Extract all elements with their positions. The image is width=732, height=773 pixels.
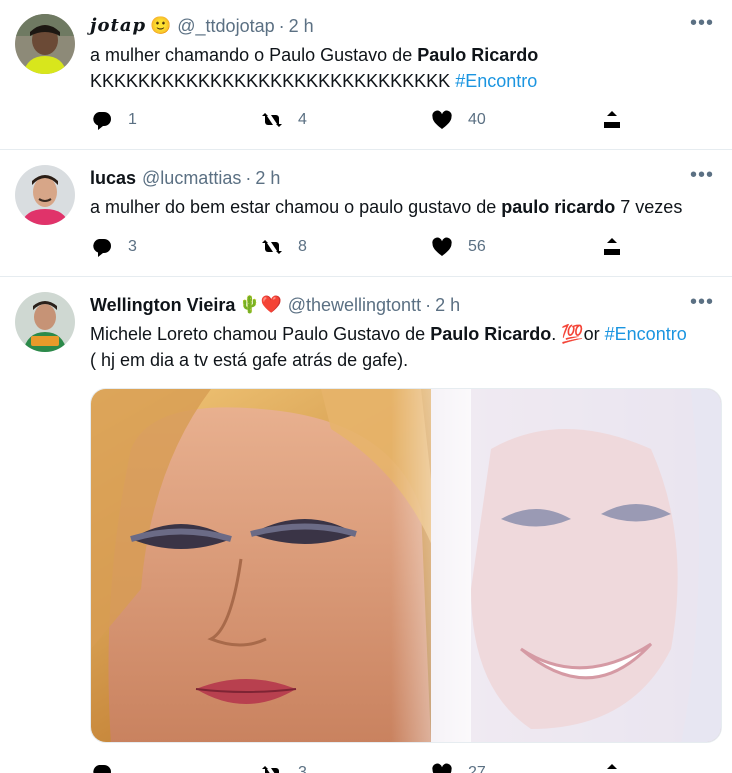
timestamp[interactable]: 2 h bbox=[255, 164, 280, 192]
retweet-button[interactable]: 8 bbox=[260, 235, 430, 259]
share-icon bbox=[600, 108, 624, 132]
avatar[interactable] bbox=[15, 14, 75, 74]
tweet-header: jotap 🙂 @_ttdojotap · 2 h bbox=[90, 12, 714, 40]
display-name[interactable]: lucas bbox=[90, 164, 136, 192]
bold-text: Paulo Ricardo bbox=[430, 324, 552, 344]
reply-button[interactable]: 1 bbox=[90, 108, 260, 132]
tweet-actions: 3 27 bbox=[90, 758, 630, 773]
bold-text: Paulo Ricardo bbox=[417, 45, 539, 65]
share-button[interactable] bbox=[600, 761, 630, 773]
reply-button[interactable]: 3 bbox=[90, 235, 260, 259]
hashtag-link[interactable]: #Encontro bbox=[455, 71, 537, 91]
avatar[interactable] bbox=[15, 292, 75, 352]
retweet-count: 4 bbox=[298, 111, 307, 128]
retweet-icon bbox=[260, 108, 284, 132]
tweet-media-image[interactable] bbox=[90, 388, 722, 743]
handle[interactable]: @thewellingtontt bbox=[288, 291, 421, 319]
timestamp[interactable]: 2 h bbox=[435, 291, 460, 319]
avatar[interactable] bbox=[15, 165, 75, 225]
like-button[interactable]: 27 bbox=[430, 761, 600, 773]
retweet-count: 8 bbox=[298, 238, 307, 255]
like-button[interactable]: 56 bbox=[430, 235, 600, 259]
retweet-button[interactable]: 3 bbox=[260, 761, 430, 773]
reply-icon bbox=[90, 235, 114, 259]
tweet-text: Michele Loreto chamou Paulo Gustavo de P… bbox=[90, 324, 687, 370]
reply-icon bbox=[90, 108, 114, 132]
more-icon[interactable]: ••• bbox=[690, 291, 714, 319]
share-icon bbox=[600, 235, 624, 259]
tweet-jotap[interactable]: jotap 🙂 @_ttdojotap · 2 h ••• a mulher c… bbox=[0, 0, 732, 150]
like-button[interactable]: 40 bbox=[430, 108, 600, 132]
retweet-count: 3 bbox=[298, 764, 307, 773]
meme-photo bbox=[91, 389, 721, 742]
timestamp[interactable]: 2 h bbox=[289, 12, 314, 40]
reply-count: 1 bbox=[128, 111, 137, 128]
like-count: 27 bbox=[468, 764, 486, 773]
reply-count: 3 bbox=[128, 238, 137, 255]
handle[interactable]: @_ttdojotap bbox=[177, 12, 274, 40]
share-icon bbox=[600, 761, 624, 773]
tweet-text: a mulher do bem estar chamou o paulo gus… bbox=[90, 197, 683, 217]
heart-icon bbox=[430, 761, 454, 773]
tweet-header: lucas @lucmattias · 2 h bbox=[90, 164, 714, 192]
tweet-actions: 1 4 40 bbox=[90, 105, 630, 135]
share-button[interactable] bbox=[600, 108, 630, 132]
retweet-icon bbox=[260, 761, 284, 773]
like-count: 40 bbox=[468, 111, 486, 128]
reply-icon bbox=[90, 761, 114, 773]
tweet-text: a mulher chamando o Paulo Gustavo de Pau… bbox=[90, 45, 539, 91]
separator: · bbox=[245, 168, 252, 188]
tweet-actions: 3 8 56 bbox=[90, 232, 630, 262]
separator: · bbox=[425, 295, 432, 315]
display-name[interactable]: jotap bbox=[90, 12, 146, 40]
tweet-header: Wellington Vieira 🌵❤️ @thewellingtontt ·… bbox=[90, 291, 714, 319]
share-button[interactable] bbox=[600, 235, 630, 259]
retweet-icon bbox=[260, 235, 284, 259]
handle[interactable]: @lucmattias bbox=[142, 164, 241, 192]
heart-icon bbox=[430, 108, 454, 132]
retweet-button[interactable]: 4 bbox=[260, 108, 430, 132]
separator: · bbox=[278, 16, 285, 36]
name-emoji: 🙂 bbox=[150, 16, 172, 35]
display-name[interactable]: Wellington Vieira bbox=[90, 291, 235, 319]
more-icon[interactable]: ••• bbox=[690, 12, 714, 40]
hashtag-link[interactable]: #Encontro bbox=[605, 324, 687, 344]
tweet-lucas[interactable]: lucas @lucmattias · 2 h ••• a mulher do … bbox=[0, 150, 732, 277]
more-icon[interactable]: ••• bbox=[690, 164, 714, 192]
reply-button[interactable] bbox=[90, 761, 260, 773]
heart-icon bbox=[430, 235, 454, 259]
name-emoji: 🌵❤️ bbox=[239, 295, 282, 314]
like-count: 56 bbox=[468, 238, 486, 255]
bold-text: paulo ricardo bbox=[501, 197, 616, 217]
